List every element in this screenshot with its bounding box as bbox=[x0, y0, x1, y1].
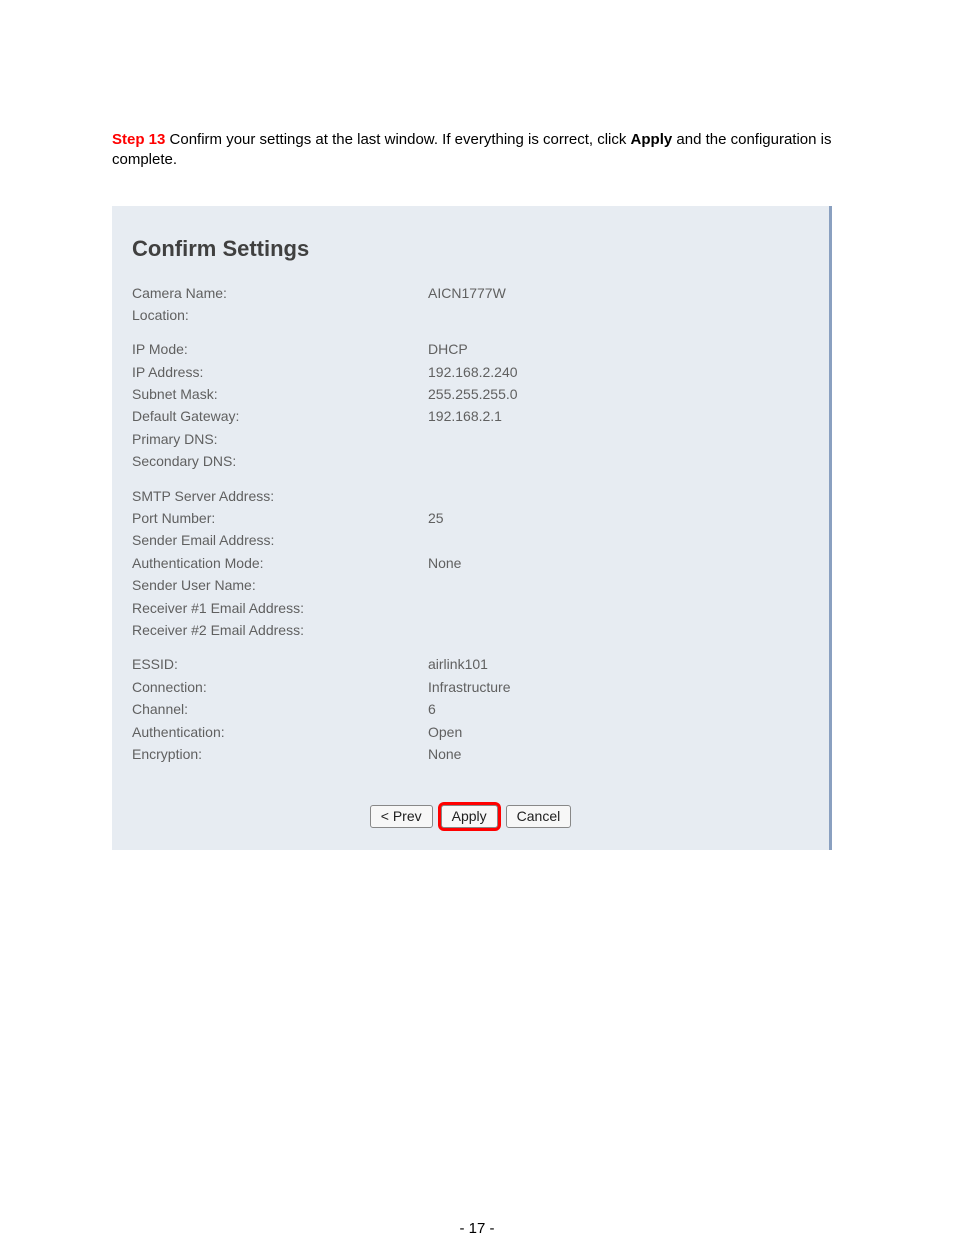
setting-label: Default Gateway: bbox=[132, 405, 428, 427]
setting-value: 25 bbox=[428, 507, 444, 529]
setting-label: Connection: bbox=[132, 676, 428, 698]
confirm-settings-panel: Confirm Settings Camera Name: AICN1777W … bbox=[112, 206, 832, 851]
page-number: - 17 - bbox=[112, 1220, 842, 1237]
prev-button[interactable]: < Prev bbox=[370, 805, 433, 828]
setting-row: Sender Email Address: bbox=[132, 529, 809, 551]
setting-row: SMTP Server Address: bbox=[132, 485, 809, 507]
setting-label: Secondary DNS: bbox=[132, 450, 428, 472]
setting-label: Subnet Mask: bbox=[132, 383, 428, 405]
step-label: Step 13 bbox=[112, 131, 165, 148]
setting-label: Camera Name: bbox=[132, 282, 428, 304]
setting-label: Sender Email Address: bbox=[132, 529, 428, 551]
setting-row: Receiver #2 Email Address: bbox=[132, 619, 809, 641]
setting-row: Authentication Mode: None bbox=[132, 552, 809, 574]
setting-value: 192.168.2.240 bbox=[428, 361, 518, 383]
settings-rows: Camera Name: AICN1777W Location: IP Mode… bbox=[132, 282, 809, 766]
panel-title: Confirm Settings bbox=[132, 236, 809, 262]
apply-button[interactable]: Apply bbox=[441, 805, 498, 828]
setting-label: Receiver #2 Email Address: bbox=[132, 619, 428, 641]
setting-label: Sender User Name: bbox=[132, 574, 428, 596]
setting-value: airlink101 bbox=[428, 653, 488, 675]
setting-row: Receiver #1 Email Address: bbox=[132, 597, 809, 619]
setting-label: IP Mode: bbox=[132, 338, 428, 360]
setting-label: Encryption: bbox=[132, 743, 428, 765]
setting-label: Authentication Mode: bbox=[132, 552, 428, 574]
setting-label: IP Address: bbox=[132, 361, 428, 383]
setting-row: IP Mode: DHCP bbox=[132, 338, 809, 360]
setting-row: ESSID: airlink101 bbox=[132, 653, 809, 675]
setting-label: SMTP Server Address: bbox=[132, 485, 428, 507]
setting-row: Authentication: Open bbox=[132, 721, 809, 743]
setting-label: Location: bbox=[132, 304, 428, 326]
cancel-button[interactable]: Cancel bbox=[506, 805, 572, 828]
setting-row: Subnet Mask: 255.255.255.0 bbox=[132, 383, 809, 405]
step-text-before: Confirm your settings at the last window… bbox=[165, 131, 630, 148]
setting-value: 6 bbox=[428, 698, 436, 720]
setting-value: DHCP bbox=[428, 338, 468, 360]
setting-value: Infrastructure bbox=[428, 676, 510, 698]
setting-row: Default Gateway: 192.168.2.1 bbox=[132, 405, 809, 427]
setting-value: 255.255.255.0 bbox=[428, 383, 518, 405]
setting-row: Primary DNS: bbox=[132, 428, 809, 450]
setting-label: Channel: bbox=[132, 698, 428, 720]
setting-row: Encryption: None bbox=[132, 743, 809, 765]
setting-row: IP Address: 192.168.2.240 bbox=[132, 361, 809, 383]
button-row: < Prev Apply Cancel bbox=[132, 805, 809, 828]
setting-value: None bbox=[428, 552, 461, 574]
setting-value: None bbox=[428, 743, 461, 765]
setting-row: Secondary DNS: bbox=[132, 450, 809, 472]
setting-label: Primary DNS: bbox=[132, 428, 428, 450]
setting-row: Camera Name: AICN1777W bbox=[132, 282, 809, 304]
step-instruction: Step 13 Confirm your settings at the las… bbox=[112, 130, 842, 171]
setting-value: 192.168.2.1 bbox=[428, 405, 502, 427]
setting-label: Port Number: bbox=[132, 507, 428, 529]
setting-row: Connection: Infrastructure bbox=[132, 676, 809, 698]
setting-row: Location: bbox=[132, 304, 809, 326]
setting-value: AICN1777W bbox=[428, 282, 506, 304]
setting-label: ESSID: bbox=[132, 653, 428, 675]
setting-row: Channel: 6 bbox=[132, 698, 809, 720]
setting-label: Authentication: bbox=[132, 721, 428, 743]
setting-value: Open bbox=[428, 721, 462, 743]
setting-row: Sender User Name: bbox=[132, 574, 809, 596]
apply-word: Apply bbox=[631, 131, 673, 148]
setting-row: Port Number: 25 bbox=[132, 507, 809, 529]
setting-label: Receiver #1 Email Address: bbox=[132, 597, 428, 619]
